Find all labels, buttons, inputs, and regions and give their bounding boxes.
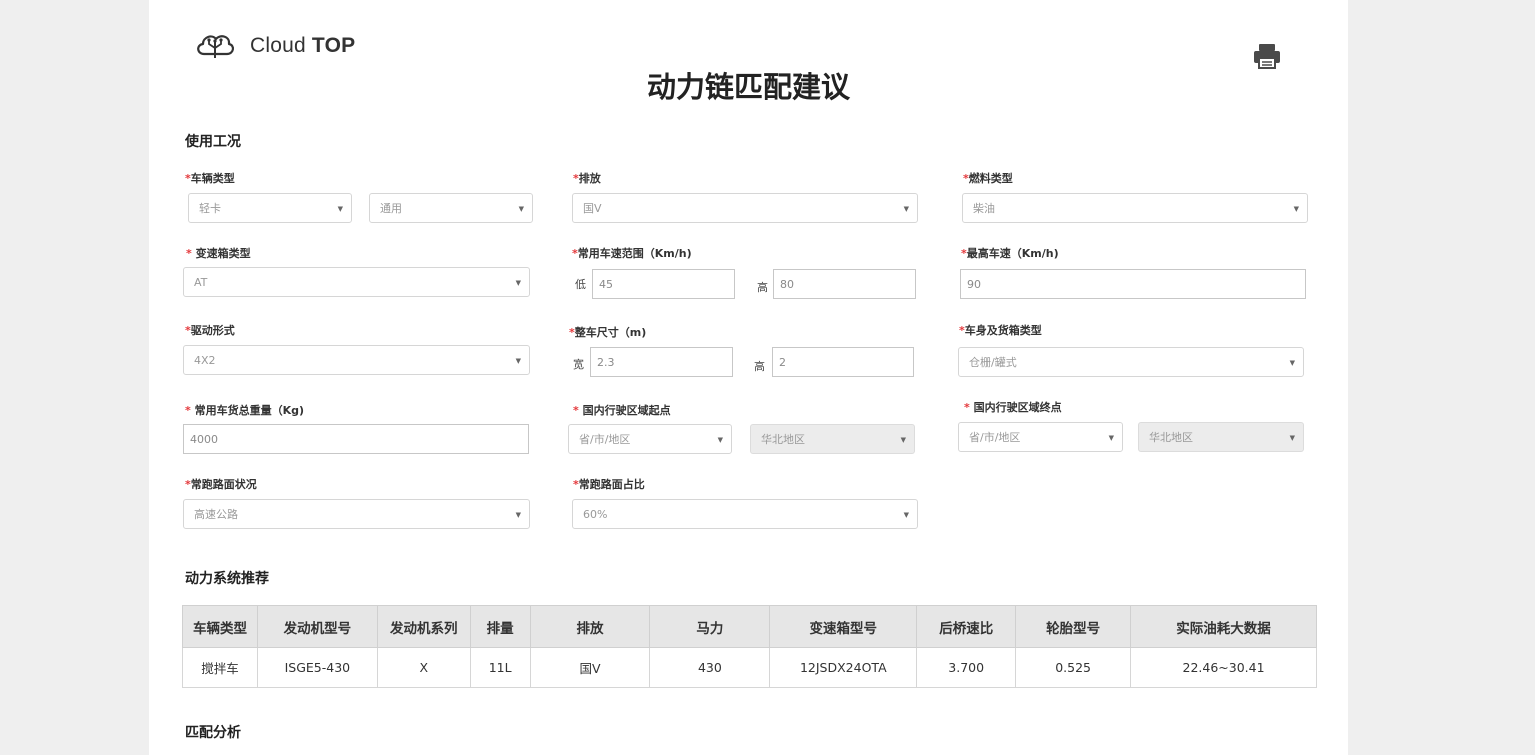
recommendation-table: 车辆类型 发动机型号 发动机系列 排量 排放 马力 变速箱型号 后桥速比 轮胎型… <box>182 605 1317 688</box>
column-header: 发动机型号 <box>256 605 378 648</box>
region-end-area-select: 华北地区 ▼ <box>1138 422 1304 452</box>
column-header: 实际油耗大数据 <box>1130 605 1317 648</box>
body-type-label: *车身及货箱类型 <box>959 324 1042 337</box>
caret-down-icon: ▼ <box>515 511 521 519</box>
table-cell: X <box>376 647 471 688</box>
column-header: 变速箱型号 <box>769 605 918 648</box>
vehicle-subtype-select[interactable]: 通用 ▼ <box>369 193 533 223</box>
size-width-input[interactable]: 2.3 <box>590 347 733 377</box>
region-start-area-select: 华北地区 ▼ <box>750 424 915 454</box>
road-condition-select[interactable]: 高速公路 ▼ <box>183 499 530 529</box>
size-height-prefix: 高 <box>754 360 765 373</box>
caret-down-icon: ▼ <box>518 205 524 213</box>
drive-form-select[interactable]: 4X2 ▼ <box>183 345 530 375</box>
speed-high-input[interactable]: 80 <box>773 269 916 299</box>
gross-weight-label: * 常用车货总重量（Kg) <box>185 404 305 417</box>
vehicle-type-label: *车辆类型 <box>185 172 235 185</box>
gross-weight-input[interactable]: 4000 <box>183 424 529 454</box>
speed-low-prefix: 低 <box>575 278 586 291</box>
brand-name: Cloud TOP <box>250 34 356 57</box>
vehicle-type-select[interactable]: 轻卡 ▼ <box>188 193 352 223</box>
table-cell: 3.700 <box>916 647 1017 688</box>
road-ratio-label: *常跑路面占比 <box>573 478 645 491</box>
caret-down-icon: ▼ <box>900 436 906 444</box>
caret-down-icon: ▼ <box>1289 359 1295 367</box>
table-cell: ISGE5-430 <box>256 647 378 688</box>
region-end-province-select[interactable]: 省/市/地区 ▼ <box>958 422 1123 452</box>
fuel-type-select[interactable]: 柴油 ▼ <box>962 193 1308 223</box>
caret-down-icon: ▼ <box>337 205 343 213</box>
page: Cloud TOP 动力链匹配建议 使用工况 *车辆类型 轻卡 ▼ 通用 ▼ *排放… <box>149 0 1348 755</box>
region-start-province-select[interactable]: 省/市/地区 ▼ <box>568 424 732 454</box>
column-header: 车辆类型 <box>182 605 258 648</box>
caret-down-icon: ▼ <box>903 511 909 519</box>
table-header-row: 车辆类型 发动机型号 发动机系列 排量 排放 马力 变速箱型号 后桥速比 轮胎型… <box>182 605 1317 648</box>
column-header: 后桥速比 <box>916 605 1017 648</box>
page-title: 动力链匹配建议 <box>646 70 850 104</box>
caret-down-icon: ▼ <box>717 436 723 444</box>
column-header: 马力 <box>649 605 771 648</box>
vehicle-size-label: *整车尺寸（m) <box>569 326 647 339</box>
column-header: 排量 <box>469 605 531 648</box>
road-condition-label: *常跑路面状况 <box>185 478 257 491</box>
table-cell: 搅拌车 <box>182 647 258 688</box>
max-speed-input[interactable]: 90 <box>960 269 1306 299</box>
section-recommend-title: 动力系统推荐 <box>185 571 269 587</box>
column-header: 发动机系列 <box>376 605 471 648</box>
table-row: 搅拌车 ISGE5-430 X 11L 国V 430 12JSDX24OTA 3… <box>182 647 1317 688</box>
table-cell: 430 <box>649 647 771 688</box>
table-cell: 国V <box>529 647 651 688</box>
table-cell: 22.46~30.41 <box>1130 647 1317 688</box>
printer-icon <box>1254 44 1280 69</box>
column-header: 轮胎型号 <box>1015 605 1132 648</box>
table-cell: 11L <box>469 647 531 688</box>
caret-down-icon: ▼ <box>1293 205 1299 213</box>
drive-form-label: *驱动形式 <box>185 324 235 337</box>
print-button[interactable] <box>1252 42 1282 74</box>
emission-label: *排放 <box>573 172 601 185</box>
caret-down-icon: ▼ <box>515 279 521 287</box>
caret-down-icon: ▼ <box>1289 434 1295 442</box>
caret-down-icon: ▼ <box>903 205 909 213</box>
region-end-label: * 国内行驶区域终点 <box>964 401 1062 414</box>
max-speed-label: *最高车速（Km/h) <box>961 247 1059 260</box>
table-cell: 12JSDX24OTA <box>769 647 918 688</box>
size-width-prefix: 宽 <box>573 358 584 371</box>
body-type-select[interactable]: 仓栅/罐式 ▼ <box>958 347 1304 377</box>
section-analysis-title: 匹配分析 <box>185 725 241 741</box>
cloud-logo-icon <box>197 35 234 58</box>
column-header: 排放 <box>529 605 651 648</box>
emission-select[interactable]: 国V ▼ <box>572 193 918 223</box>
section-usage-title: 使用工况 <box>185 134 241 150</box>
gearbox-type-label: * 变速箱类型 <box>186 247 251 260</box>
region-start-label: * 国内行驶区域起点 <box>573 404 671 417</box>
brand-logo[interactable]: Cloud TOP <box>194 31 355 61</box>
speed-low-input[interactable]: 45 <box>592 269 735 299</box>
caret-down-icon: ▼ <box>1108 434 1114 442</box>
caret-down-icon: ▼ <box>515 357 521 365</box>
road-ratio-select[interactable]: 60% ▼ <box>572 499 918 529</box>
speed-high-prefix: 高 <box>757 281 768 294</box>
table-cell: 0.525 <box>1015 647 1132 688</box>
gearbox-type-select[interactable]: AT ▼ <box>183 267 530 297</box>
fuel-type-label: *燃料类型 <box>963 172 1013 185</box>
speed-range-label: *常用车速范围（Km/h) <box>572 247 692 260</box>
size-height-input[interactable]: 2 <box>772 347 914 377</box>
